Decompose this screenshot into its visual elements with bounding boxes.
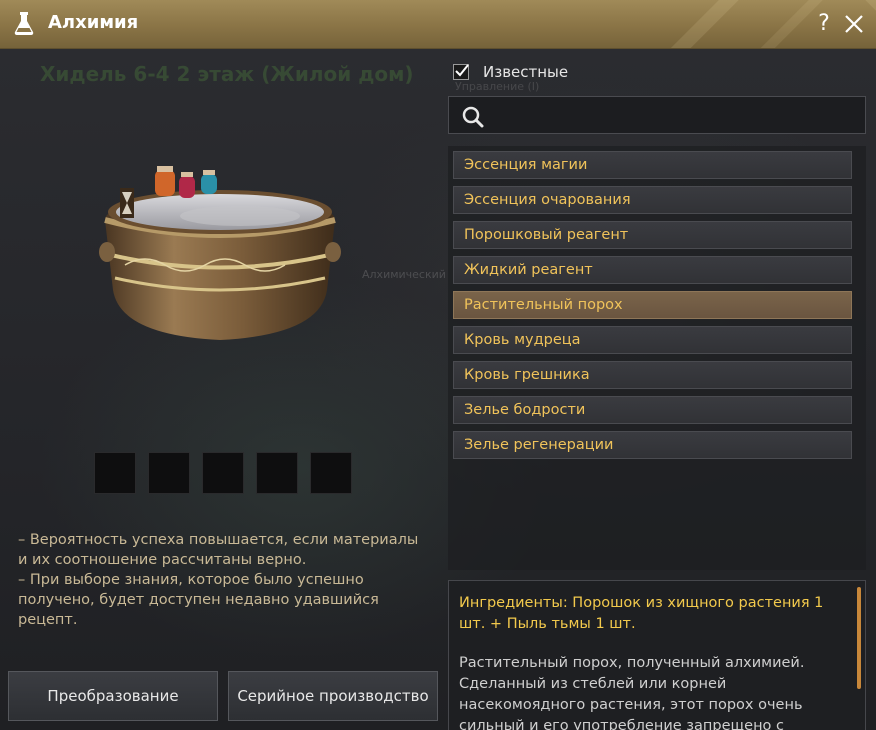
- hint-line: – Вероятность успеха повышается, если ма…: [18, 532, 419, 568]
- help-button[interactable]: ?: [814, 10, 834, 38]
- hint-text: – Вероятность успеха повышается, если ма…: [18, 530, 428, 630]
- window-titlebar[interactable]: Алхимия ?: [0, 0, 876, 49]
- known-label: Известные: [483, 63, 569, 81]
- transform-button[interactable]: Преобразование: [8, 671, 218, 721]
- ingredient-slot[interactable]: [256, 452, 298, 494]
- ingredients-text: Ингредиенты: Порошок из хищного растения…: [459, 595, 824, 632]
- background-location-title: Хидель 6-4 2 этаж (Жилой дом): [40, 62, 414, 86]
- search-input[interactable]: [493, 103, 857, 129]
- background-label: Алхимический: [362, 268, 446, 281]
- ingredient-slot[interactable]: [148, 452, 190, 494]
- recipe-description: Ингредиенты: Порошок из хищного растения…: [448, 580, 866, 730]
- recipe-list: Эссенция магии Эссенция очарования Порош…: [448, 146, 866, 570]
- serial-production-button[interactable]: Серийное производство: [228, 671, 438, 721]
- ingredient-slots: [94, 452, 352, 494]
- description-text: Растительный порох, полученный алхимией.…: [459, 655, 805, 730]
- list-item[interactable]: Кровь грешника: [453, 361, 852, 389]
- ingredient-slot[interactable]: [94, 452, 136, 494]
- list-item[interactable]: Зелье регенерации: [453, 431, 852, 459]
- alchemy-cauldron-image: [95, 160, 345, 350]
- flask-icon: [10, 10, 38, 38]
- list-item[interactable]: Эссенция магии: [453, 151, 852, 179]
- known-checkbox[interactable]: [453, 64, 469, 80]
- ingredient-slot[interactable]: [202, 452, 244, 494]
- close-icon[interactable]: [840, 10, 868, 38]
- list-item[interactable]: Зелье бодрости: [453, 396, 852, 424]
- list-item[interactable]: Эссенция очарования: [453, 186, 852, 214]
- window-title: Алхимия: [48, 12, 139, 33]
- known-filter[interactable]: Известные: [453, 62, 568, 82]
- search-box[interactable]: [448, 96, 866, 134]
- list-item[interactable]: Порошковый реагент: [453, 221, 852, 249]
- ingredient-slot[interactable]: [310, 452, 352, 494]
- list-item-selected[interactable]: Растительный порох: [453, 291, 852, 319]
- list-item[interactable]: Кровь мудреца: [453, 326, 852, 354]
- search-icon: [461, 105, 485, 133]
- list-item[interactable]: Жидкий реагент: [453, 256, 852, 284]
- hint-line: – При выборе знания, которое было успешн…: [18, 572, 379, 628]
- description-scrollbar[interactable]: [857, 587, 861, 689]
